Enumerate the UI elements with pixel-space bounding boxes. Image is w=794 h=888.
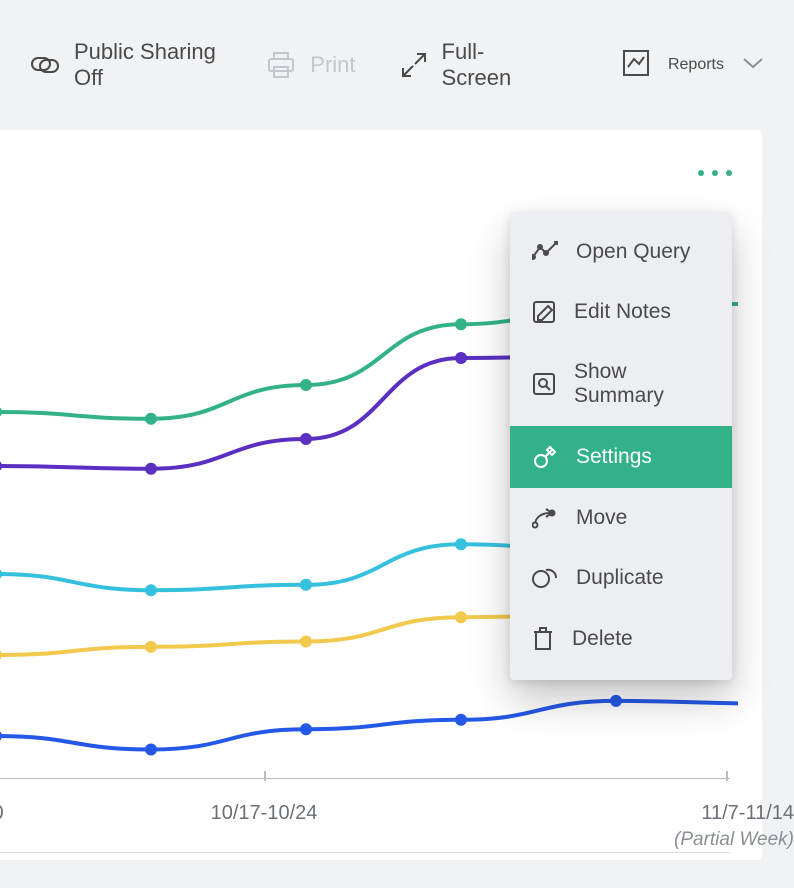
partial-week-label: (Partial Week): [674, 829, 794, 851]
print-label: Print: [310, 52, 355, 78]
chevron-down-icon: [742, 56, 764, 75]
x-tick-label: 0: [0, 802, 4, 825]
menu-open-query[interactable]: Open Query: [510, 222, 732, 282]
menu-label: Show Summary: [574, 360, 710, 408]
reports-dropdown[interactable]: Reports: [622, 49, 764, 82]
x-tick-label: 10/17-10/24: [211, 802, 318, 825]
fullscreen-icon: [400, 51, 428, 79]
fullscreen-label: Full-Screen: [442, 39, 534, 91]
card-more-menu-button[interactable]: [698, 170, 732, 176]
reports-label: Reports: [668, 56, 724, 74]
x-axis: 0 10/17-10/24 11/7-11/14 (Partial Week): [0, 770, 730, 850]
menu-label: Duplicate: [576, 566, 664, 590]
menu-settings[interactable]: Settings: [510, 426, 732, 488]
public-sharing-label: Public Sharing Off: [74, 39, 222, 91]
link-icon: [30, 52, 60, 78]
x-tick-label: 11/7-11/14 (Partial Week): [674, 802, 794, 851]
menu-label: Move: [576, 506, 627, 530]
menu-show-summary[interactable]: Show Summary: [510, 342, 732, 426]
public-sharing-toggle[interactable]: Public Sharing Off: [30, 39, 222, 91]
chart-icon: [622, 49, 650, 82]
menu-label: Settings: [576, 445, 652, 469]
print-button: Print: [266, 51, 355, 79]
menu-label: Open Query: [576, 240, 690, 264]
toolbar: Public Sharing Off Print Full-Screen: [0, 0, 794, 130]
print-icon: [266, 51, 296, 79]
fullscreen-button[interactable]: Full-Screen: [400, 39, 534, 91]
menu-delete[interactable]: Delete: [510, 608, 732, 670]
menu-label: Delete: [572, 627, 633, 651]
menu-label: Edit Notes: [574, 300, 671, 324]
menu-edit-notes[interactable]: Edit Notes: [510, 282, 732, 342]
menu-duplicate[interactable]: Duplicate: [510, 548, 732, 608]
card-context-menu: Open Query Edit Notes Show Summary Setti…: [510, 212, 732, 680]
menu-move[interactable]: Move: [510, 488, 732, 548]
